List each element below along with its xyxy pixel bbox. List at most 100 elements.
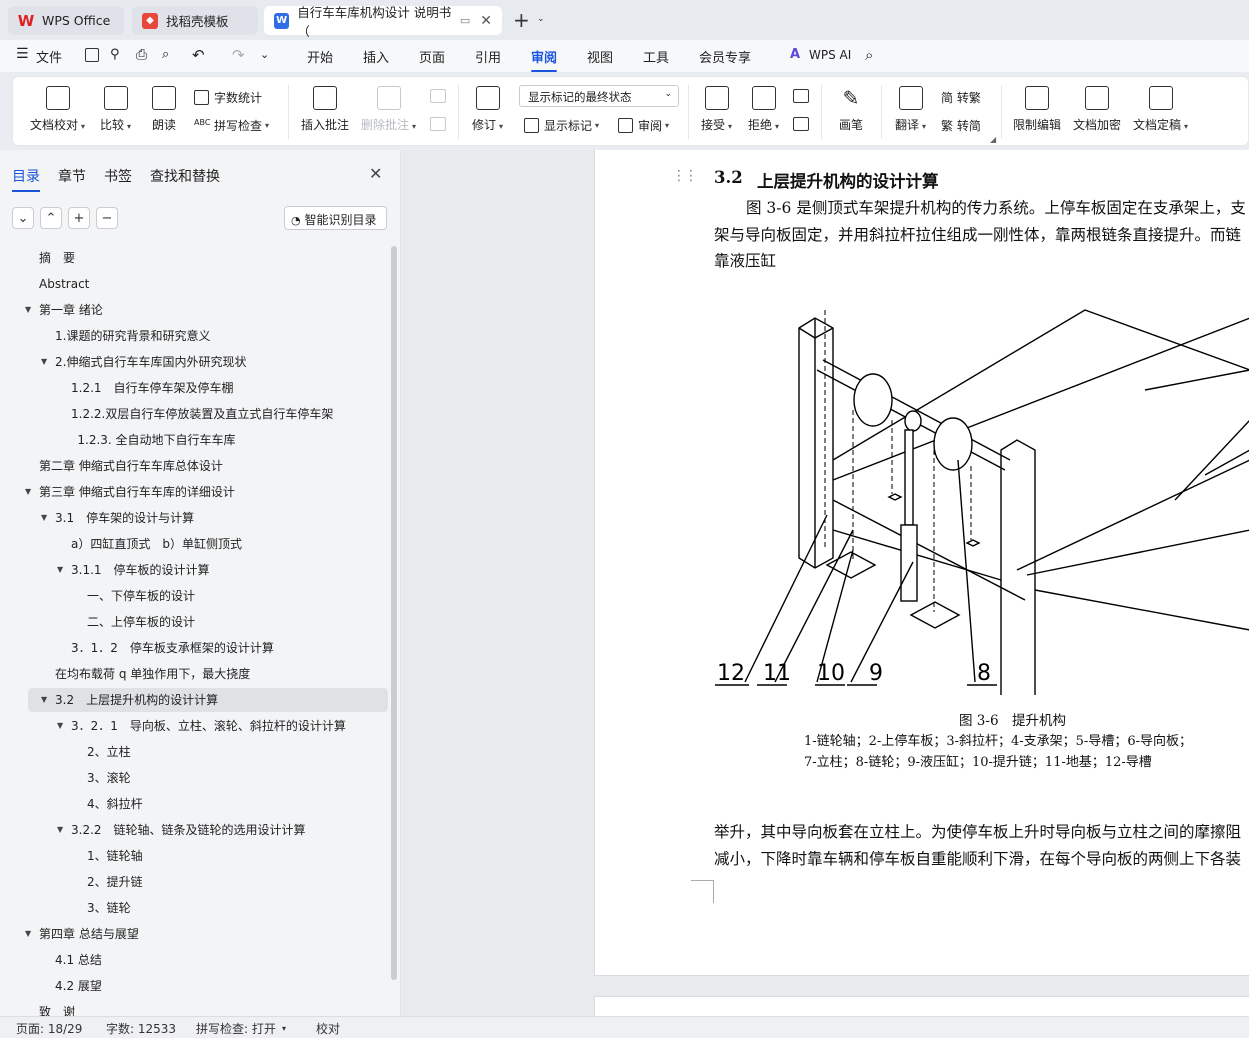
tab-wps-office[interactable]: W WPS Office [8,6,124,35]
tab-chapters[interactable]: 章节 [58,166,86,186]
menu-reference[interactable]: 引用 [475,47,501,66]
next-comment-icon[interactable] [430,117,446,131]
print-icon[interactable]: ⎙ [136,47,147,63]
toc-item[interactable]: 2、立柱 [87,740,131,764]
toc-item[interactable]: 一、下停车板的设计 [87,584,195,608]
toc-item[interactable]: ▼ 3．2．1 导向板、立柱、滚轮、斜拉杆的设计计算 [57,714,346,738]
expand-triangle-icon[interactable]: ▼ [57,714,63,738]
collapse-all-button[interactable]: ⌄ [12,207,34,229]
page-indicator[interactable]: 页面: 18/29 [16,1020,82,1037]
expand-triangle-icon[interactable]: ▼ [25,480,31,504]
print-preview-icon[interactable]: ⌕ [162,47,169,62]
markup-state-select[interactable]: 显示标记的最终状态 ⌄ [519,85,679,107]
toc-item[interactable]: 1.课题的研究背景和研究意义 [55,324,210,348]
toc-item[interactable]: ▼ 3.1.1 停车板的设计计算 [57,558,210,582]
smart-toc-button[interactable]: ◔ 智能识别目录 [284,206,387,230]
close-panel-icon[interactable]: ✕ [369,164,382,183]
toc-item[interactable]: 3、滚轮 [87,766,131,790]
proofread-button[interactable]: 文档校对 ▾ [30,86,85,133]
toc-item[interactable]: ▼ 2.伸缩式自行车车库国内外研究现状 [41,350,246,374]
compare-button[interactable]: 比较 ▾ [100,86,131,133]
prev-change-icon[interactable] [793,89,809,103]
hamburger-icon[interactable]: ☰ [16,46,29,62]
search-icon[interactable]: ⌕ [865,46,873,64]
add-heading-button[interactable]: + [68,207,90,229]
tab-bookmarks[interactable]: 书签 [104,166,132,186]
menu-file[interactable]: 文件 [36,47,62,66]
toc-item[interactable]: 1.2.2.双层自行车停放装置及直立式自行车停车架 [71,402,333,426]
toc-item[interactable]: 4.2 展望 [55,974,102,998]
toc-item[interactable]: 3．1．2 停车板支承框架的设计计算 [71,636,274,660]
tab-find-replace[interactable]: 查找和替换 [150,166,220,186]
expand-triangle-icon[interactable]: ▼ [25,298,31,322]
toc-item[interactable]: 4.1 总结 [55,948,102,972]
expand-triangle-icon[interactable]: ▼ [41,688,47,712]
toc-item[interactable]: 1、链轮轴 [87,844,143,868]
toc-item[interactable]: ▼ 第一章 绪论 [25,298,103,322]
menu-home[interactable]: 开始 [307,47,333,66]
wps-ai-icon[interactable]: A [790,47,800,62]
review-pane-button[interactable]: 审阅 ▾ [618,117,669,134]
chevron-down-icon[interactable]: ⌄ [537,14,545,24]
finalize-button[interactable]: 文档定稿 ▾ [1133,86,1188,133]
toc-item[interactable]: 摘 要 [39,246,75,270]
toc-item[interactable]: Abstract [39,272,89,296]
expand-corner-icon[interactable]: ◢ [990,135,996,144]
to-simplified-button[interactable]: 繁 转简 [941,117,981,134]
undo-icon[interactable]: ↶ [192,46,205,64]
toc-item[interactable]: a）四缸直顶式 b）单缸侧顶式 [71,532,242,556]
toc-item[interactable]: 2、提升链 [87,870,143,894]
menu-insert[interactable]: 插入 [363,47,389,66]
new-tab-icon[interactable]: + [513,8,530,32]
remove-heading-button[interactable]: − [96,207,118,229]
menu-wps-ai[interactable]: WPS AI [809,48,851,62]
next-page[interactable] [594,996,1249,1016]
toc-item[interactable]: 二、上停车板的设计 [87,610,195,634]
expand-triangle-icon[interactable]: ▼ [41,350,47,374]
menu-member[interactable]: 会员专享 [699,47,751,66]
toc-item[interactable]: 在均布载荷 q 单独作用下，最大挠度 [55,662,250,686]
wordcount-button[interactable]: 字数统计 [194,89,262,106]
share-icon[interactable]: ⚲ [110,47,120,62]
toc-item[interactable]: 第二章 伸缩式自行车车库总体设计 [39,454,223,478]
toc-scrollbar[interactable] [391,246,397,980]
spellcheck-status[interactable]: 拼写检查: 打开 [196,1020,276,1037]
chevron-down-icon[interactable]: ▾ [282,1024,286,1033]
menu-tools[interactable]: 工具 [643,47,669,66]
expand-up-button[interactable]: ⌃ [40,207,62,229]
insert-comment-button[interactable]: 插入批注 [301,86,349,133]
document-page[interactable]: ⋮⋮ 3.2 上层提升机构的设计计算 图 3-6 是侧顶式车架提升机构的传力系统… [594,150,1249,976]
toc-item[interactable]: 3、链轮 [87,896,131,920]
tab-document[interactable]: W 自行车车库机构设计 说明书（ ▭ ✕ [264,5,502,39]
toc-item[interactable]: 1.2.1 自行车停车架及停车棚 [71,376,234,400]
revise-button[interactable]: 修订 ▾ [472,86,503,133]
expand-triangle-icon[interactable]: ▼ [57,558,63,582]
translate-button[interactable]: 翻译 ▾ [895,86,926,133]
restrict-edit-button[interactable]: 限制编辑 [1013,86,1061,133]
accept-button[interactable]: 接受 ▾ [701,86,732,133]
tab-toc[interactable]: 目录 [12,166,40,192]
toc-item[interactable]: ▼ 第四章 总结与展望 [25,922,139,946]
delete-comment-button[interactable]: 删除批注 ▾ [361,86,416,133]
to-traditional-button[interactable]: 简 转繁 [941,89,981,106]
more-chevron-icon[interactable]: ⌄ [260,48,269,61]
expand-triangle-icon[interactable]: ▼ [41,506,47,530]
redo-icon[interactable]: ↷ [232,46,245,64]
expand-triangle-icon[interactable]: ▼ [25,922,31,946]
toc-item[interactable]: 4、斜拉杆 [87,792,143,816]
encrypt-button[interactable]: 文档加密 [1073,86,1121,133]
menu-page[interactable]: 页面 [419,47,445,66]
toc-item[interactable]: ▼ 第三章 伸缩式自行车车库的详细设计 [25,480,235,504]
expand-triangle-icon[interactable]: ▼ [57,818,63,842]
toc-item[interactable]: ▼ 3.2 上层提升机构的设计计算 [41,688,218,712]
toc-item[interactable]: ▼ 3.1 停车架的设计与计算 [41,506,194,530]
next-change-icon[interactable] [793,117,809,131]
close-icon[interactable]: ✕ [480,13,492,29]
show-markup-button[interactable]: 显示标记 ▾ [524,117,599,134]
menu-review[interactable]: 审阅 [531,47,558,72]
save-icon[interactable] [85,48,99,62]
read-aloud-button[interactable]: 朗读 [152,86,176,133]
pen-button[interactable]: ✎ 画笔 [839,86,863,133]
proofread-status[interactable]: 校对 [316,1020,340,1037]
prev-comment-icon[interactable] [430,89,446,103]
